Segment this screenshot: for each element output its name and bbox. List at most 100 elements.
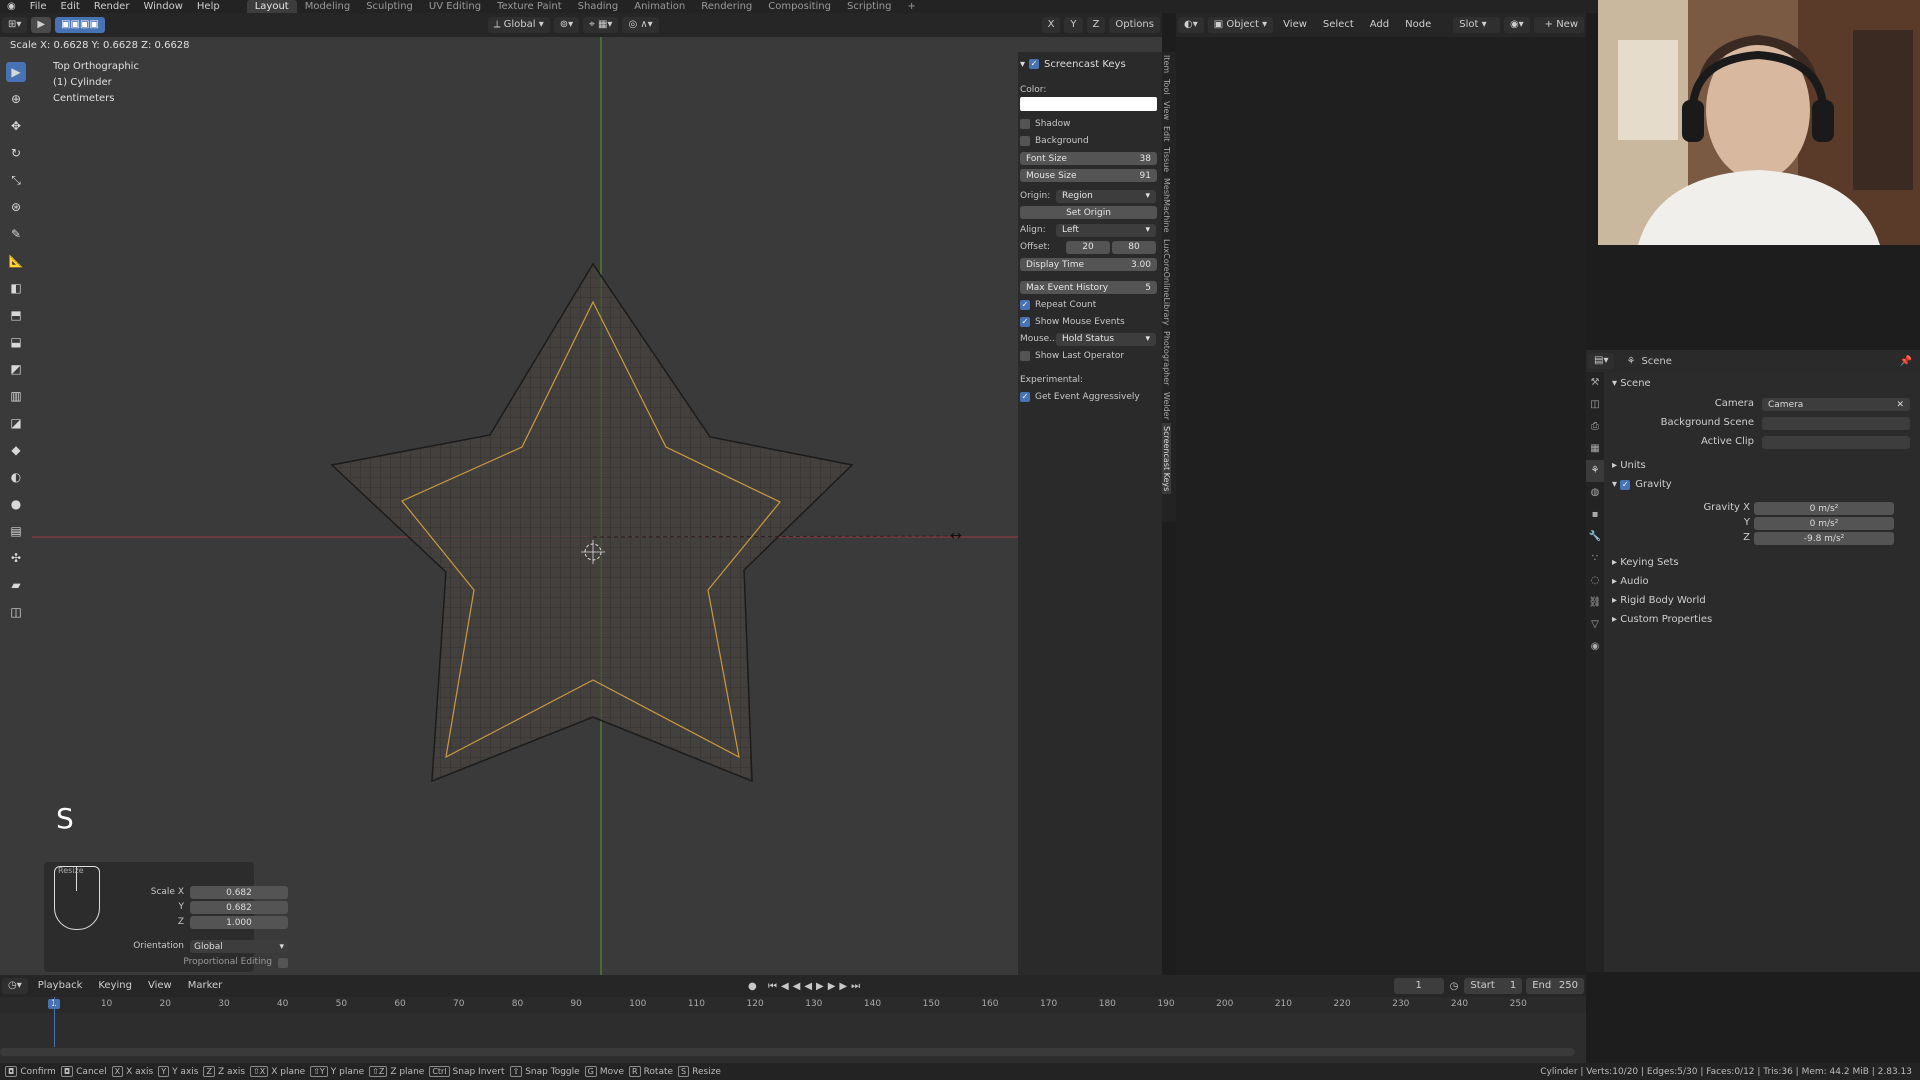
max-event-history-field[interactable]: Max Event History 5	[1020, 281, 1157, 294]
properties-editor-type-icon[interactable]: ▤▾	[1588, 353, 1615, 369]
timeline-menu-view[interactable]: View	[142, 978, 178, 994]
node-menu-select[interactable]: Select	[1317, 17, 1360, 33]
material-tab-icon[interactable]: ◉	[1586, 636, 1604, 658]
sidebar-tab-screencast-keys[interactable]: Screencast Keys	[1162, 422, 1171, 495]
options-dropdown[interactable]: Options	[1109, 17, 1160, 33]
repeat-count-row[interactable]: ✓ Repeat Count	[1018, 298, 1162, 312]
set-origin-button[interactable]: Set Origin	[1020, 206, 1157, 219]
rotate-icon[interactable]: ↻	[6, 143, 26, 163]
workspace-tab-shading[interactable]: Shading	[570, 0, 627, 13]
data-tab-icon[interactable]: ▽	[1586, 614, 1604, 636]
units-panel-header[interactable]: ▸ Units	[1612, 460, 1646, 471]
timeline-editor-type-icon[interactable]: ◷▾	[2, 978, 28, 994]
redo-prop-edit-checkbox[interactable]	[278, 958, 288, 968]
tool-tab-icon[interactable]: ⚒	[1586, 372, 1604, 394]
camera-field[interactable]: Camera ✕	[1762, 398, 1910, 411]
background-checkbox[interactable]	[1020, 136, 1030, 146]
rigid-body-panel-header[interactable]: ▸ Rigid Body World	[1612, 595, 1706, 606]
mouse-size-field[interactable]: Mouse Size 91	[1020, 169, 1157, 182]
sidebar-tab-tool[interactable]: Tool	[1162, 76, 1171, 98]
gravity-panel-header[interactable]: ▾ ✓ Gravity	[1612, 479, 1672, 490]
new-material-button[interactable]: + New	[1533, 17, 1584, 33]
redo-orientation-dropdown[interactable]: Global ▾	[190, 940, 288, 953]
node-editor[interactable]: ◐▾ ▣ Object ▾ View Select Add Node Slot …	[1176, 13, 1586, 975]
modifier-tab-icon[interactable]: 🔧	[1586, 526, 1604, 548]
align-dropdown[interactable]: Left ▾	[1056, 223, 1156, 237]
menu-window[interactable]: Window	[136, 1, 189, 12]
move-icon[interactable]: ✥	[6, 116, 26, 136]
inset-icon[interactable]: ⬓	[6, 332, 26, 352]
mirror-axis-z[interactable]: Z	[1086, 17, 1106, 33]
node-editor-type-icon[interactable]: ◐▾	[1178, 17, 1204, 33]
workspace-tab-texture-paint[interactable]: Texture Paint	[489, 0, 570, 13]
node-menu-node[interactable]: Node	[1399, 17, 1437, 33]
offset-x-field[interactable]: 20	[1066, 240, 1110, 254]
pivot-icon[interactable]: ⊚▾	[553, 17, 580, 33]
menu-help[interactable]: Help	[190, 1, 227, 12]
rip-icon[interactable]: ◫	[6, 602, 26, 622]
workspace-tab-uv-editing[interactable]: UV Editing	[421, 0, 489, 13]
select-box-icon[interactable]: ▶	[6, 62, 26, 82]
material-browse-icon[interactable]: ◉▾	[1503, 17, 1530, 33]
workspace-tab-scripting[interactable]: Scripting	[839, 0, 899, 13]
clear-icon[interactable]: ✕	[1896, 400, 1904, 410]
sidebar-tab-welder[interactable]: Welder	[1162, 389, 1171, 423]
sidebar-tab-meshmachine[interactable]: MeshMachine	[1162, 175, 1171, 236]
font-size-field[interactable]: Font Size 38	[1020, 152, 1157, 165]
cursor-icon[interactable]: ⊕	[6, 89, 26, 109]
origin-dropdown[interactable]: Region ▾	[1056, 189, 1156, 203]
transform-icon[interactable]: ⊛	[6, 197, 26, 217]
repeat-count-checkbox[interactable]: ✓	[1020, 300, 1030, 310]
gravity-z-field[interactable]: -9.8 m/s²	[1754, 532, 1894, 545]
mirror-axis-x[interactable]: X	[1041, 17, 1061, 33]
smooth-icon[interactable]: ●	[6, 494, 26, 514]
timeline-menu-keying[interactable]: Keying	[92, 978, 138, 994]
physics-tab-icon[interactable]: ◌	[1586, 570, 1604, 592]
object-dropdown[interactable]: ▣ Object ▾	[1207, 17, 1274, 33]
collapse-chevron-icon[interactable]: ▾	[1020, 59, 1025, 70]
active-clip-field[interactable]	[1762, 436, 1910, 449]
offset-y-field[interactable]: 80	[1112, 240, 1156, 254]
edge-slide-icon[interactable]: ▤	[6, 521, 26, 541]
sidebar-tab-luxcore[interactable]: LuxCoreOnlineLibrary	[1162, 236, 1171, 328]
get-event-row[interactable]: ✓ Get Event Aggressively	[1018, 390, 1162, 404]
start-frame-field[interactable]: Start 1	[1464, 978, 1523, 994]
spin-icon[interactable]: ◐	[6, 467, 26, 487]
menu-file[interactable]: File	[23, 1, 54, 12]
screencast-enabled-checkbox[interactable]: ✓	[1029, 59, 1040, 69]
get-event-checkbox[interactable]: ✓	[1020, 392, 1030, 402]
shadow-checkbox-row[interactable]: Shadow	[1018, 117, 1162, 131]
mouse-dropdown[interactable]: Hold Status ▾	[1056, 332, 1156, 346]
mirror-axis-y[interactable]: Y	[1064, 17, 1083, 33]
timeline[interactable]: 1102030405060708090100110120130140150160…	[0, 997, 1586, 1063]
display-time-field[interactable]: Display Time 3.00	[1020, 258, 1157, 271]
redo-z-field[interactable]: 1.000	[190, 916, 288, 929]
timeline-menu-marker[interactable]: Marker	[182, 978, 229, 994]
sidebar-tab-edit[interactable]: Edit	[1162, 123, 1171, 145]
view-layer-tab-icon[interactable]: ▦	[1586, 438, 1604, 460]
knife-icon[interactable]: ◪	[6, 413, 26, 433]
gravity-x-field[interactable]: 0 m/s²	[1754, 502, 1894, 515]
world-tab-icon[interactable]: ◍	[1586, 482, 1604, 504]
object-tab-icon[interactable]: ▪	[1586, 504, 1604, 526]
sidebar-tab-tissue[interactable]: Tissue	[1162, 144, 1171, 175]
particles-tab-icon[interactable]: ∵	[1586, 548, 1604, 570]
snap-icon[interactable]: ⌖ ▦▾	[583, 17, 619, 33]
sidebar-tab-item[interactable]: Item	[1162, 52, 1171, 76]
add-workspace-button[interactable]: +	[899, 0, 923, 13]
pin-icon[interactable]: 📌	[1900, 356, 1912, 367]
3d-viewport[interactable]: ↔ Scale X: 0.6628 Y: 0.6628 Z: 0.6628 To…	[0, 37, 1162, 975]
node-menu-add[interactable]: Add	[1364, 17, 1395, 33]
redo-y-field[interactable]: 0.682	[190, 901, 288, 914]
workspace-tab-rendering[interactable]: Rendering	[693, 0, 760, 13]
color-swatch[interactable]	[1020, 97, 1157, 111]
show-last-operator-checkbox[interactable]	[1020, 351, 1030, 361]
custom-props-panel-header[interactable]: ▸ Custom Properties	[1612, 614, 1712, 625]
blender-logo-icon[interactable]: ◉	[0, 1, 23, 12]
poly-build-icon[interactable]: ◆	[6, 440, 26, 460]
proportional-edit-icon[interactable]: ◎ ∧▾	[622, 17, 659, 33]
workspace-tab-animation[interactable]: Animation	[626, 0, 693, 13]
redo-scale-x-field[interactable]: 0.682	[190, 886, 288, 899]
menu-edit[interactable]: Edit	[53, 1, 86, 12]
sidebar-tab-photographer[interactable]: Photographer	[1162, 328, 1171, 388]
